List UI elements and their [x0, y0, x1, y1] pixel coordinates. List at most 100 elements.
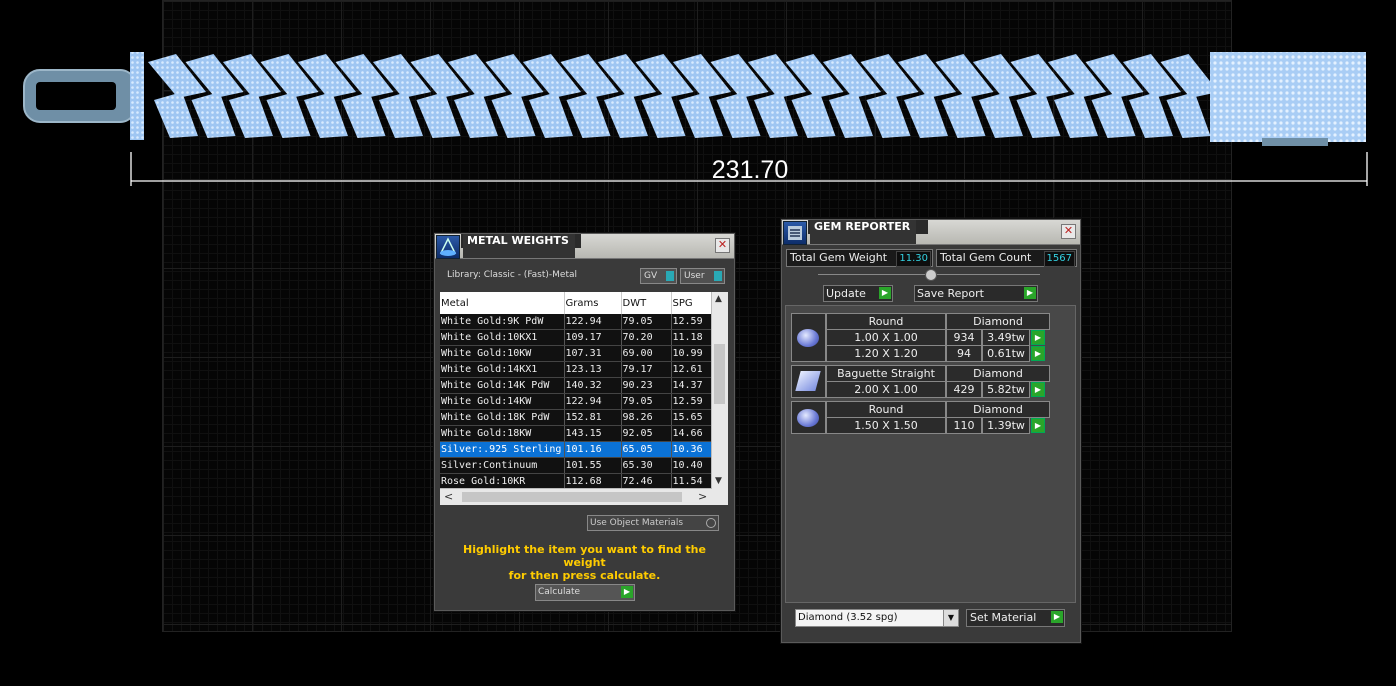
table-cell: 90.23: [621, 377, 672, 394]
link-segment: [266, 92, 311, 138]
link-segment: [304, 92, 348, 138]
table-row[interactable]: Silver:.925 Sterling 101.16 65.05 10.36: [440, 441, 712, 458]
table-row[interactable]: White Gold:14KW 122.94 79.05 12.59: [440, 393, 712, 410]
link-segment: [566, 92, 611, 138]
link-segment: [829, 92, 873, 138]
gem-shape-label: Round: [826, 313, 946, 330]
link-segment: [679, 92, 723, 138]
metal-weights-title: METAL WEIGHTS: [463, 234, 575, 258]
table-row[interactable]: White Gold:14K PdW 140.32 90.23 14.37: [440, 377, 712, 394]
metal-weights-titlebar[interactable]: METAL WEIGHTS ✕: [435, 234, 734, 259]
gem-size: 1.00 X 1.00: [826, 329, 946, 346]
gem-size: 1.20 X 1.20: [826, 345, 946, 362]
horizontal-scrollbar[interactable]: < >: [440, 488, 712, 505]
select-gems-button[interactable]: ▶: [1031, 346, 1045, 361]
link-segment: [229, 92, 273, 138]
column-header[interactable]: SPG: [671, 292, 712, 314]
table-cell: 101.55: [564, 457, 622, 474]
table-row[interactable]: White Gold:9K PdW 122.94 79.05 12.59: [440, 314, 712, 330]
table-row[interactable]: White Gold:14KX1 123.13 79.17 12.61: [440, 361, 712, 378]
link-segment: [791, 92, 836, 138]
dimension-label: 231.70: [711, 156, 789, 184]
select-gems-button[interactable]: ▶: [1031, 418, 1045, 433]
total-gem-weight: Total Gem Weight 11.30: [786, 249, 933, 267]
scroll-up-icon: ▲: [715, 294, 722, 304]
table-cell: 79.05: [621, 393, 672, 410]
set-material-button[interactable]: Set Material ▶: [966, 609, 1065, 627]
link-segment: [416, 92, 461, 138]
gem-reporter-titlebar[interactable]: GEM REPORTER ✕: [782, 220, 1080, 245]
select-gems-button[interactable]: ▶: [1031, 330, 1045, 345]
close-icon[interactable]: ✕: [1061, 224, 1076, 239]
table-row[interactable]: White Gold:18K PdW 152.81 98.26 15.65: [440, 409, 712, 426]
gem-weight: 1.39tw: [982, 417, 1030, 434]
table-row[interactable]: Silver:Continuum 101.55 65.30 10.40: [440, 457, 712, 474]
material-select[interactable]: Diamond (3.52 spg) ▼: [795, 609, 959, 627]
link-segment: [1054, 92, 1098, 138]
link-segment: [866, 92, 911, 138]
table-cell: 14.37: [671, 377, 712, 394]
total-gem-count: Total Gem Count 1567: [936, 249, 1077, 267]
cuban-links: [148, 54, 1219, 138]
table-cell: 109.17: [564, 329, 622, 346]
gv-toggle[interactable]: GV: [640, 268, 677, 284]
column-header[interactable]: Grams: [564, 292, 622, 314]
select-gems-button[interactable]: ▶: [1031, 382, 1045, 397]
table-row[interactable]: White Gold:10KW 107.31 69.00 10.99: [440, 345, 712, 362]
slider-handle[interactable]: [925, 269, 937, 281]
link-segment: [1016, 92, 1061, 138]
link-segment: [904, 92, 948, 138]
scroll-left-icon: <: [444, 490, 454, 503]
round-gem-icon: [791, 401, 826, 434]
column-header[interactable]: DWT: [621, 292, 672, 314]
play-icon: ▶: [879, 287, 891, 299]
table-cell: Silver:Continuum: [440, 457, 565, 474]
table-cell: White Gold:18KW: [440, 425, 565, 442]
link-segment: [529, 92, 573, 138]
gem-reporter-panel: GEM REPORTER ✕ Total Gem Weight 11.30 To…: [781, 219, 1081, 643]
table-cell: 10.36: [671, 441, 712, 458]
gem-count: 94: [946, 345, 982, 362]
table-cell: 65.30: [621, 457, 672, 474]
gem-count: 110: [946, 417, 982, 434]
table-cell: White Gold:14KX1: [440, 361, 565, 378]
link-segment: [1166, 92, 1211, 138]
table-cell: 79.17: [621, 361, 672, 378]
gem-count: 934: [946, 329, 982, 346]
link-segment: [191, 92, 236, 138]
column-header[interactable]: Metal: [440, 292, 565, 314]
radio-icon: [706, 518, 716, 528]
chevron-down-icon: ▼: [943, 610, 958, 626]
table-row[interactable]: White Gold:10KX1 109.17 70.20 11.18: [440, 329, 712, 346]
table-cell: 70.20: [621, 329, 672, 346]
table-cell: 69.00: [621, 345, 672, 362]
link-segment: [154, 92, 198, 138]
table-cell: 92.05: [621, 425, 672, 442]
gem-list: Round Diamond 1.00 X 1.00 934 3.49tw ▶ 1.20 X …: [785, 305, 1076, 603]
user-toggle[interactable]: User: [680, 268, 725, 284]
gem-shape-label: Round: [826, 401, 946, 418]
table-cell: 11.18: [671, 329, 712, 346]
vertical-scrollbar[interactable]: ▲ ▼: [711, 292, 728, 505]
table-row[interactable]: White Gold:18KW 143.15 92.05 14.66: [440, 425, 712, 442]
table-cell: 122.94: [564, 393, 622, 410]
use-object-materials-toggle[interactable]: Use Object Materials: [587, 515, 719, 531]
table-cell: 123.13: [564, 361, 622, 378]
gem-material-label: Diamond: [946, 365, 1050, 382]
table-cell: White Gold:10KX1: [440, 329, 565, 346]
calculate-button[interactable]: Calculate ▶: [535, 584, 635, 601]
gem-weight: 0.61tw: [982, 345, 1030, 362]
table-cell: White Gold:10KW: [440, 345, 565, 362]
link-segment: [604, 92, 648, 138]
gem-shape-label: Baguette Straight: [826, 365, 946, 382]
clasp-slot: [36, 82, 116, 110]
play-icon: ▶: [621, 586, 633, 598]
save-report-button[interactable]: Save Report ▶: [914, 285, 1038, 302]
gem-material-label: Diamond: [946, 401, 1050, 418]
link-segment: [941, 92, 986, 138]
gem-weight: 3.49tw: [982, 329, 1030, 346]
link-segment: [1129, 92, 1173, 138]
close-icon[interactable]: ✕: [715, 238, 730, 253]
metal-table[interactable]: Metal Grams DWT SPG White Gold:9K PdW 122.94…: [440, 292, 728, 505]
update-button[interactable]: Update ▶: [823, 285, 893, 302]
